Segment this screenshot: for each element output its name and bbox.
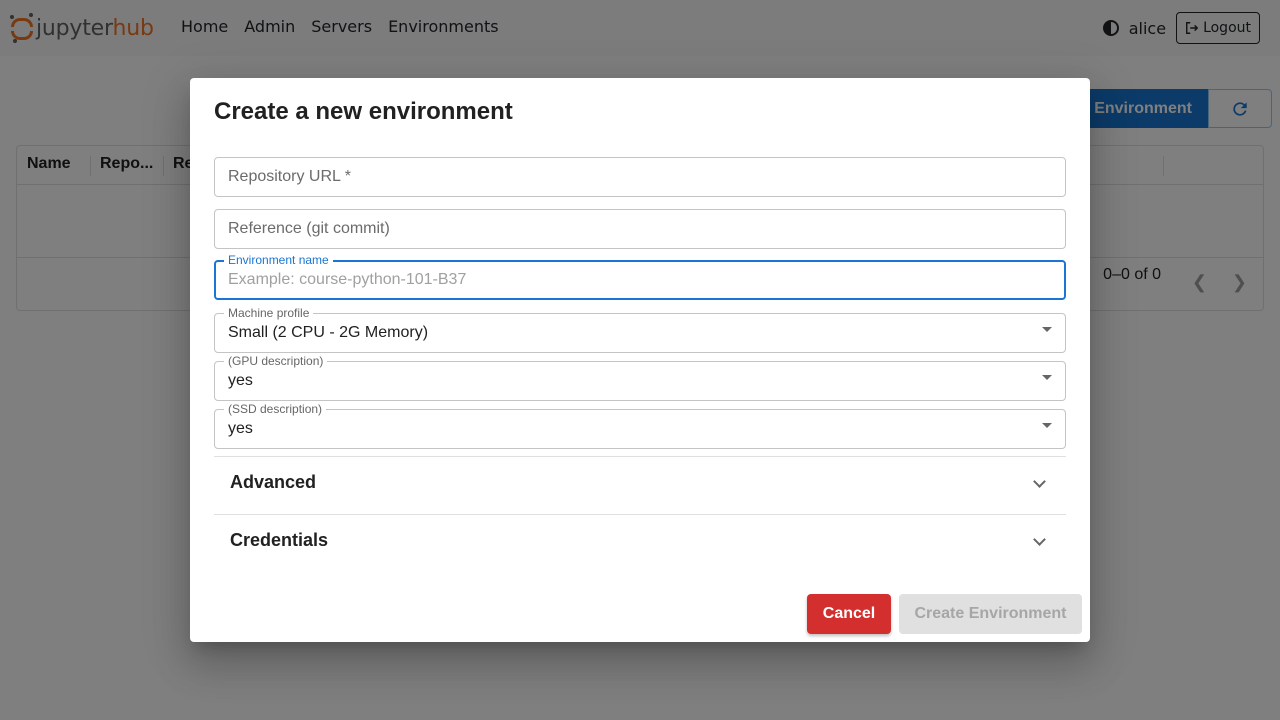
ssd-value: yes — [228, 420, 253, 437]
dropdown-arrow-icon — [1042, 375, 1052, 380]
machine-profile-value: Small (2 CPU - 2G Memory) — [228, 324, 429, 341]
reference-placeholder: Reference (git commit) — [228, 220, 390, 237]
gpu-select[interactable]: (GPU description) yes — [214, 354, 1066, 401]
cancel-button[interactable]: Cancel — [807, 594, 891, 634]
environment-name-label: Environment name — [224, 253, 333, 267]
ssd-select[interactable]: (SSD description) yes — [214, 402, 1066, 449]
ssd-label: (SSD description) — [224, 402, 327, 416]
gpu-label: (GPU description) — [224, 354, 328, 368]
repository-url-placeholder: Repository URL * — [228, 168, 352, 185]
reference-field[interactable]: Reference (git commit) — [214, 209, 1066, 249]
dropdown-arrow-icon — [1042, 327, 1052, 332]
repository-url-field[interactable]: Repository URL * — [214, 157, 1066, 197]
dialog-title: Create a new environment — [214, 98, 513, 125]
create-environment-button[interactable]: Create Environment — [899, 594, 1082, 634]
advanced-accordion[interactable]: Advanced — [214, 456, 1066, 514]
expand-more-icon — [1033, 475, 1046, 488]
machine-profile-select[interactable]: Machine profile Small (2 CPU - 2G Memory… — [214, 306, 1066, 353]
advanced-accordion-label: Advanced — [230, 472, 317, 492]
gpu-value: yes — [228, 372, 253, 389]
environment-name-placeholder: Example: course-python-101-B37 — [228, 271, 467, 288]
expand-more-icon — [1033, 533, 1046, 546]
create-environment-dialog: Create a new environment Repository URL … — [190, 78, 1090, 642]
environment-name-field[interactable]: Environment name Example: course-python-… — [214, 253, 1066, 300]
credentials-accordion-label: Credentials — [230, 530, 329, 550]
dropdown-arrow-icon — [1042, 423, 1052, 428]
machine-profile-label: Machine profile — [224, 306, 314, 320]
credentials-accordion[interactable]: Credentials — [214, 514, 1066, 572]
